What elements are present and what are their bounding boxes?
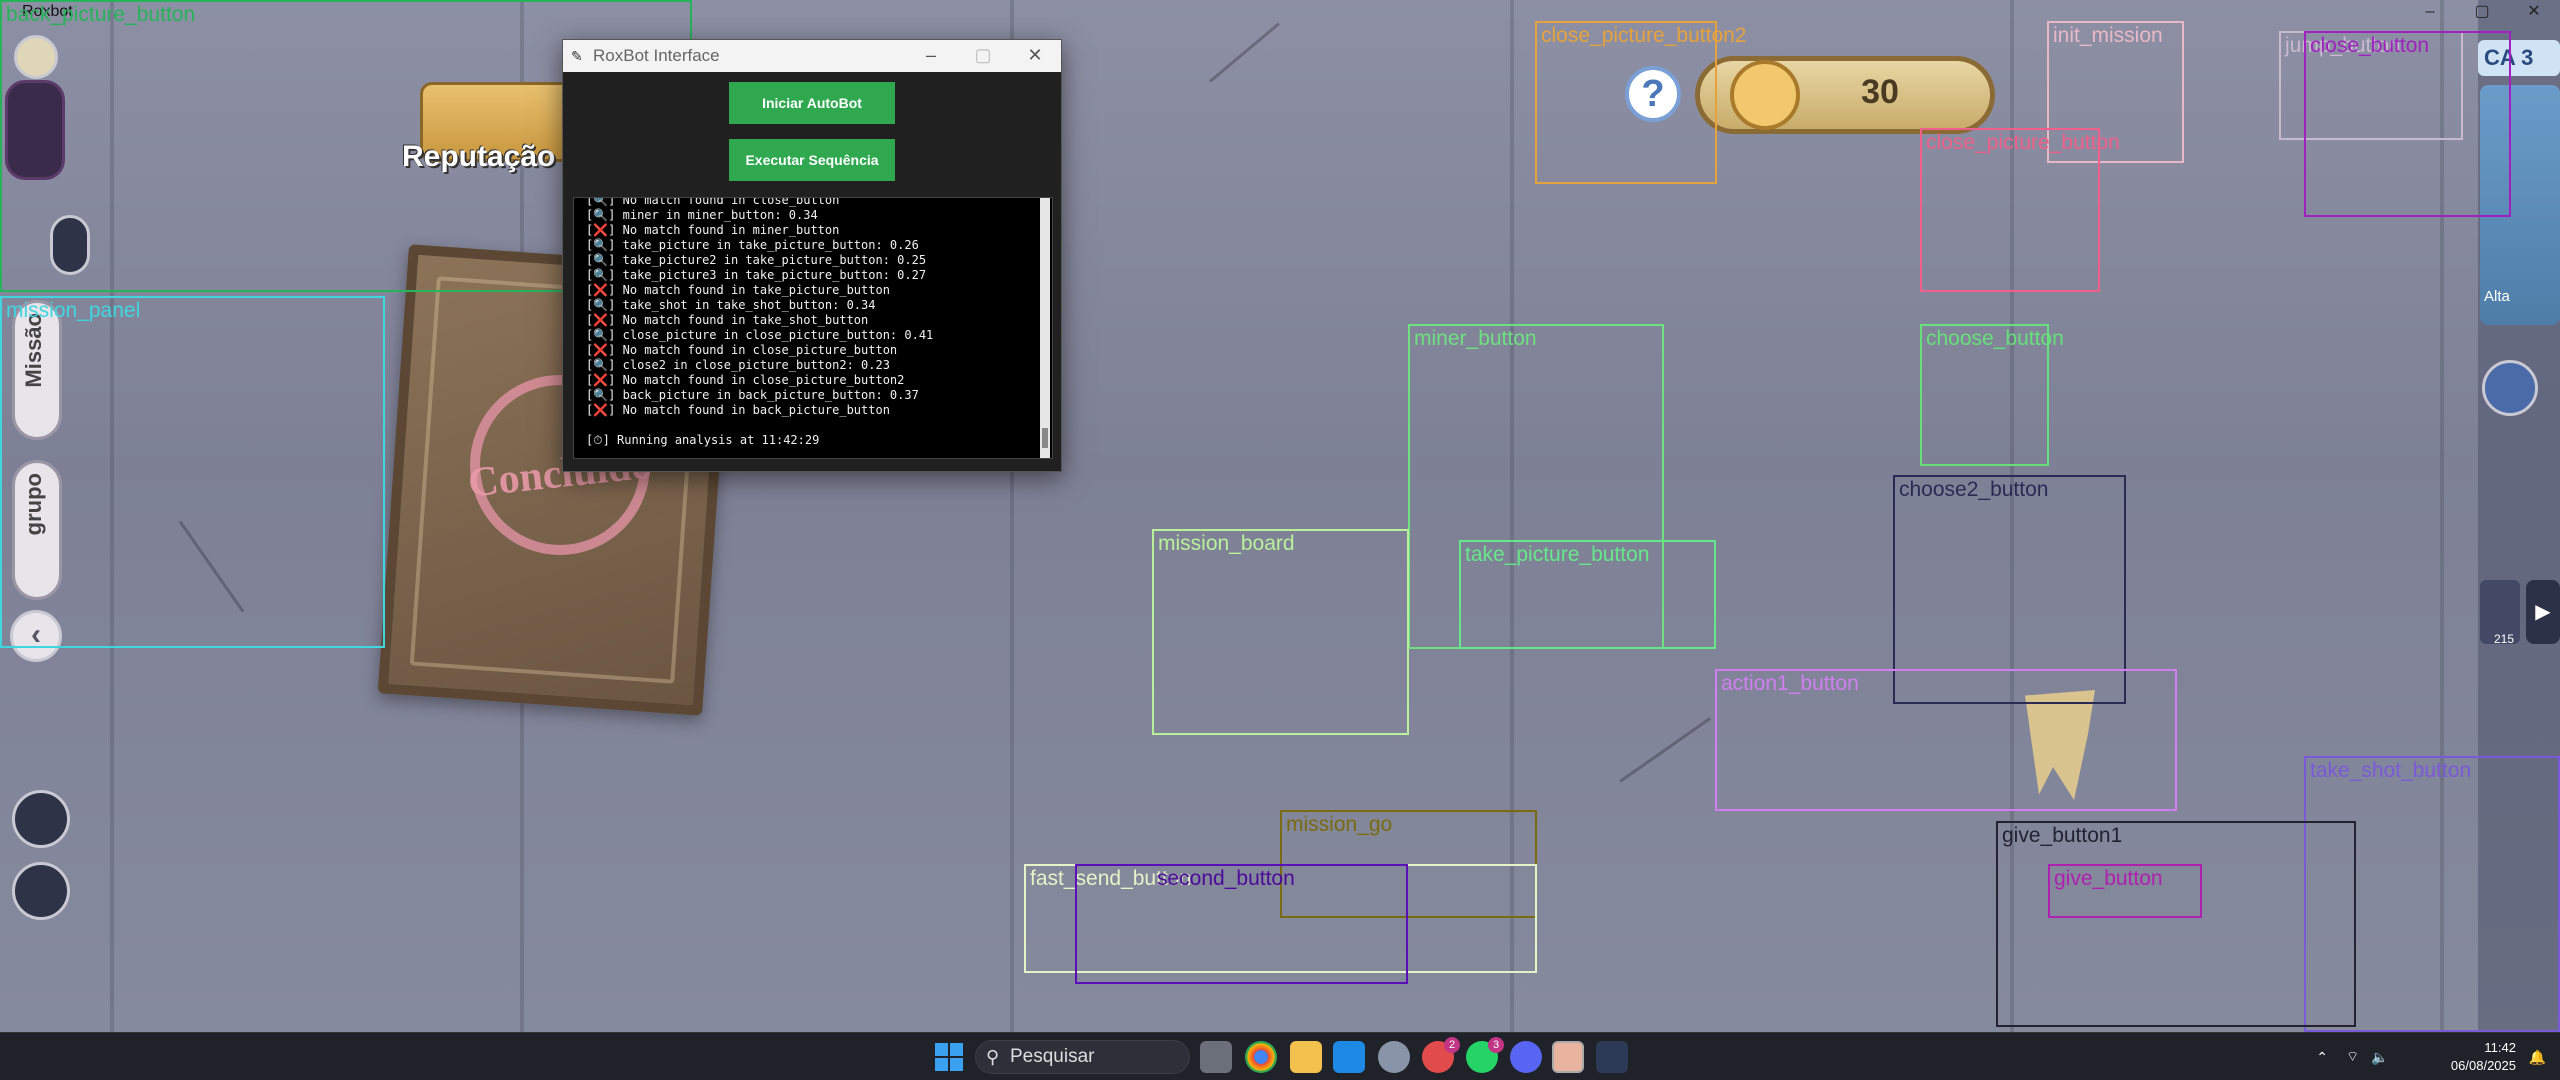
log-line: [❌] No match found in take_picture_butto… [586,283,890,297]
give-button-box: give_button [2048,864,2202,918]
system-tray: ⌃ ⌔ 🔈 🔔 [2316,1033,2560,1080]
altitude-label: Alta [2484,288,2510,305]
give-button1-box: give_button1 [1996,821,2356,1027]
log-line: [🔍] take_picture3 in take_picture_button… [586,268,927,282]
detection-label: close_picture_button [1926,131,2120,154]
skill-icon[interactable] [12,790,70,848]
whatsapp-icon[interactable]: 3 [1466,1037,1504,1073]
detection-label: mission_board [1158,532,1295,555]
log-line: [❌] No match found in back_picture_butto… [586,403,890,417]
detection-label: back_picture_button [6,3,196,26]
log-line: [❌] No match found in close_picture_butt… [586,373,905,387]
log-line: [🔍] close_picture in close_picture_butto… [586,328,934,342]
log-line: [⏱] Running analysis at 11:42:29 [586,433,820,447]
clock[interactable]: 11:42 06/08/2025 [2451,1039,2516,1075]
second-button-box: second_button [1075,864,1408,984]
close-button-box: close_button [2304,31,2511,217]
volume-icon[interactable]: 🔈 [2371,1049,2388,1066]
eye-icon[interactable] [12,862,70,920]
detection-label: choose_button [1926,327,2064,350]
vscode-icon[interactable] [1333,1041,1365,1073]
wifi-icon[interactable]: ⌔ [2346,1048,2359,1066]
close-window-button[interactable]: ✕ [2508,0,2560,24]
run-sequence-button[interactable]: Executar Sequência [729,139,895,181]
energy-icon [1730,60,1800,130]
detection-label: close_picture_button2 [1541,24,1747,47]
close-picture-button-box: close_picture_button [1920,128,2120,292]
clock-date: 06/08/2025 [2450,1058,2516,1073]
detection-label: give_button [2054,867,2163,890]
mission-board-box: mission_board [1152,529,1409,735]
log-line: [❌] No match found in take_shot_button [586,313,869,327]
file-explorer-icon[interactable] [1290,1041,1322,1073]
game-icon[interactable] [1552,1041,1584,1073]
roxbot-window: ✎ RoxBot Interface – ▢ ✕ Iniciar AutoBot… [562,39,1062,472]
take-picture-button-box: take_picture_button [1459,540,1716,649]
search-icon: ⚲ [986,1047,1000,1067]
mission-panel-box: mission_panel [0,296,385,648]
detection-label: mission_panel [6,299,141,322]
detection-label: choose2_button [1899,478,2049,501]
clock-time: 11:42 [2484,1040,2516,1055]
feather-icon: ✎ [571,47,583,64]
detection-label: mission_go [1286,813,1393,836]
task-view-icon[interactable] [1200,1041,1232,1073]
start-autobot-button[interactable]: Iniciar AutoBot [729,82,895,124]
log-line: [❌] No match found in close_picture_butt… [586,343,898,357]
choose-button-box: choose_button [1920,324,2064,466]
notification-icon[interactable]: 🔔 [2529,1049,2546,1066]
chevron-up-icon[interactable]: ⌃ [2316,1049,2328,1066]
detection-label: miner_button [1414,327,1537,350]
detection-label: second_button [1157,867,1295,890]
character-skill-icon[interactable] [2482,360,2538,416]
browser-icon[interactable]: 2 [1422,1037,1460,1073]
play-icon[interactable]: ▶ [2526,580,2560,644]
detection-label: give_button1 [2002,824,2123,847]
maximize-button[interactable]: ▢ [957,40,1009,72]
detection-label: action1_button [1721,672,1859,695]
close-picture-button2-box: close_picture_button2 [1535,21,1746,184]
log-line: [🔍] take_picture2 in take_picture_button… [586,253,927,267]
energy-value: 30 [1861,73,1899,111]
close-window-button[interactable]: ✕ [1009,40,1061,72]
roxbot-title: RoxBot Interface [593,46,720,65]
log-line: [🔍] close2 in close_picture_button2: 0.2… [586,358,890,372]
minimize-button[interactable]: – [905,40,957,72]
detection-label: take_picture_button [1465,543,1650,566]
maximize-button[interactable]: ▢ [2456,0,2508,24]
taskbar: ⚲ Pesquisar 2 3 ⌃ ⌔ 🔈 🔔 11:42 06/08/2025 [0,1032,2560,1080]
search-placeholder: Pesquisar [1010,1046,1095,1067]
detection-label: close_button [2310,34,2430,57]
taskbar-search[interactable]: ⚲ Pesquisar [975,1040,1190,1074]
chrome-icon[interactable] [1245,1041,1277,1073]
detection-label: init_mission [2053,24,2163,47]
log-line: [🔍] take_picture in take_picture_button:… [586,238,919,252]
log-line: [🔍] miner in miner_button: 0.34 [586,208,818,222]
log-line: [🔍] take_shot in take_shot_button: 0.34 [586,298,876,312]
python-icon[interactable] [1596,1041,1628,1073]
window-controls: – ▢ ✕ [2404,0,2560,24]
detection-label: take_shot_button [2310,759,2472,782]
wood-crack [1619,717,1711,783]
minimize-button[interactable]: – [2404,0,2456,24]
log-output[interactable]: [🔍] No match found in close_button [🔍] mi… [573,197,1053,459]
log-line: [🔍] back_picture in back_picture_button:… [586,388,919,402]
log-scrollbar[interactable] [1040,198,1050,458]
settings-icon[interactable] [1378,1041,1410,1073]
wood-crack [1209,22,1280,83]
item-count: 215 [2494,632,2515,646]
windows-start-icon[interactable] [935,1043,963,1071]
log-line: [❌] No match found in miner_button [586,223,840,237]
discord-icon[interactable] [1510,1041,1542,1073]
log-line: [🔍] No match found in close_button [586,197,840,207]
action1-button-box: action1_button [1715,669,2177,811]
